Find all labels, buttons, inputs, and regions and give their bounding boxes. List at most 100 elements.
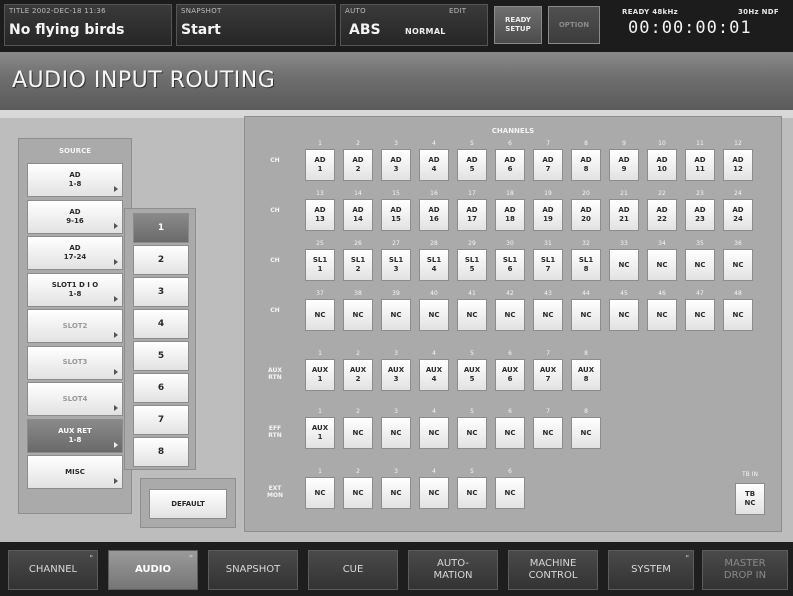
number-button[interactable]: 4 [133, 309, 189, 339]
channel-patch-button[interactable]: AD 19 [533, 199, 563, 231]
channel-patch-button[interactable]: NC [381, 417, 411, 449]
channel-patch-button[interactable]: AD 1 [305, 149, 335, 181]
number-button[interactable]: 2 [133, 245, 189, 275]
nav-tab[interactable]: SYSTEM " [608, 550, 694, 590]
channel-patch-button[interactable]: AD 14 [343, 199, 373, 231]
channel-patch-button[interactable]: AD 18 [495, 199, 525, 231]
channel-patch-button[interactable]: NC [457, 299, 487, 331]
source-item[interactable]: AD 9-16 [27, 199, 123, 234]
channel-patch-button[interactable]: AUX 6 [495, 359, 525, 391]
channel-patch-button[interactable]: SL1 2 [343, 249, 373, 281]
nav-tab[interactable]: MACHINE CONTROL [508, 550, 598, 590]
source-item[interactable]: AD 1-8 [27, 163, 123, 197]
channel-patch-button[interactable]: NC [609, 299, 639, 331]
number-button[interactable]: 5 [133, 341, 189, 371]
channel-patch-button[interactable]: AUX 7 [533, 359, 563, 391]
nav-tab[interactable]: AUTO- MATION [408, 550, 498, 590]
nav-tab[interactable]: CHANNEL " [8, 550, 98, 590]
channel-patch-button[interactable]: AD 5 [457, 149, 487, 181]
nav-tab[interactable]: SNAPSHOT [208, 550, 298, 590]
channel-patch-button[interactable]: SL1 3 [381, 249, 411, 281]
tb-in-button[interactable]: TB NC [735, 483, 765, 515]
channel-patch-button[interactable]: SL1 5 [457, 249, 487, 281]
channel-patch-button[interactable]: AD 2 [343, 149, 373, 181]
channel-patch-button[interactable]: NC [343, 417, 373, 449]
source-item[interactable]: SLOT3 [27, 345, 123, 380]
channel-patch-button[interactable]: NC [381, 299, 411, 331]
channel-patch-button[interactable]: NC [305, 299, 335, 331]
default-button[interactable]: DEFAULT [149, 489, 227, 519]
channel-patch-button[interactable]: NC [685, 249, 715, 281]
channel-patch-button[interactable]: AD 4 [419, 149, 449, 181]
channel-patch-button[interactable]: NC [647, 299, 677, 331]
source-item[interactable]: AD 17-24 [27, 236, 123, 270]
channel-patch-button[interactable]: AD 21 [609, 199, 639, 231]
channel-patch-button[interactable]: AD 9 [609, 149, 639, 181]
channel-patch-button[interactable]: NC [495, 417, 525, 449]
channel-patch-button[interactable]: NC [533, 299, 563, 331]
channel-patch-button[interactable]: AUX 1 [305, 359, 335, 391]
channel-patch-button[interactable]: NC [723, 299, 753, 331]
channel-patch-button[interactable]: AD 6 [495, 149, 525, 181]
channel-patch-button[interactable]: SL1 7 [533, 249, 563, 281]
ready-setup-button[interactable]: READY SETUP [494, 6, 542, 44]
nav-tab[interactable]: MASTER DROP IN [702, 550, 788, 590]
channel-patch-button[interactable]: AD 15 [381, 199, 411, 231]
channel-patch-button[interactable]: AD 12 [723, 149, 753, 181]
channel-patch-button[interactable]: AD 20 [571, 199, 601, 231]
channel-patch-button[interactable]: NC [419, 417, 449, 449]
channel-patch-button[interactable]: SL1 6 [495, 249, 525, 281]
channel-patch-button[interactable]: NC [343, 477, 373, 509]
number-button[interactable]: 7 [133, 405, 189, 435]
channel-patch-button[interactable]: NC [457, 417, 487, 449]
channel-patch-button[interactable]: AUX 1 [305, 417, 335, 449]
channel-patch-button[interactable]: AUX 8 [571, 359, 601, 391]
channel-patch-button[interactable]: NC [305, 477, 335, 509]
channel-patch-button[interactable]: AD 17 [457, 199, 487, 231]
channel-patch-button[interactable]: NC [533, 417, 563, 449]
channel-patch-button[interactable]: AD 16 [419, 199, 449, 231]
channel-patch-button[interactable]: NC [685, 299, 715, 331]
source-item[interactable]: MISC [27, 455, 123, 489]
source-item[interactable]: SLOT1 D I O 1-8 [27, 272, 123, 307]
channel-patch-button[interactable]: SL1 1 [305, 249, 335, 281]
channel-patch-button[interactable]: NC [647, 249, 677, 281]
number-button[interactable]: 1 [133, 213, 189, 243]
channel-patch-button[interactable]: AD 24 [723, 199, 753, 231]
channel-patch-button[interactable]: NC [343, 299, 373, 331]
channel-patch-button[interactable]: SL1 8 [571, 249, 601, 281]
channel-patch-button[interactable]: NC [457, 477, 487, 509]
channel-patch-button[interactable]: AUX 4 [419, 359, 449, 391]
channel-patch-button[interactable]: SL1 4 [419, 249, 449, 281]
channel-patch-button[interactable]: AD 13 [305, 199, 335, 231]
channel-patch-button[interactable]: NC [609, 249, 639, 281]
channel-patch-button[interactable]: AD 10 [647, 149, 677, 181]
number-button[interactable]: 8 [133, 437, 189, 467]
number-button[interactable]: 6 [133, 373, 189, 403]
channel-patch-button[interactable]: AD 22 [647, 199, 677, 231]
source-item[interactable]: SLOT4 [27, 382, 123, 416]
snapshot-display[interactable]: SNAPSHOT Start [176, 4, 336, 46]
channel-patch-button[interactable]: NC [419, 477, 449, 509]
channel-patch-button[interactable]: AUX 3 [381, 359, 411, 391]
nav-tab[interactable]: CUE [308, 550, 398, 590]
channel-patch-button[interactable]: NC [381, 477, 411, 509]
channel-patch-button[interactable]: AD 23 [685, 199, 715, 231]
channel-patch-button[interactable]: NC [571, 299, 601, 331]
channel-patch-button[interactable]: NC [495, 477, 525, 509]
channel-patch-button[interactable]: NC [723, 249, 753, 281]
channel-patch-button[interactable]: AD 8 [571, 149, 601, 181]
source-item[interactable]: AUX RET 1-8 [27, 418, 123, 453]
channel-patch-button[interactable]: AUX 5 [457, 359, 487, 391]
channel-patch-button[interactable]: AD 3 [381, 149, 411, 181]
channel-patch-button[interactable]: NC [571, 417, 601, 449]
channel-patch-button[interactable]: AD 11 [685, 149, 715, 181]
channel-patch-button[interactable]: AUX 2 [343, 359, 373, 391]
title-display[interactable]: TITLE 2002-DEC-18 11:36 No flying birds [4, 4, 172, 46]
channel-patch-button[interactable]: NC [419, 299, 449, 331]
option-button[interactable]: OPTION [548, 6, 600, 44]
source-item[interactable]: SLOT2 [27, 309, 123, 343]
channel-patch-button[interactable]: NC [495, 299, 525, 331]
channel-patch-button[interactable]: AD 7 [533, 149, 563, 181]
nav-tab[interactable]: AUDIO " [108, 550, 198, 590]
